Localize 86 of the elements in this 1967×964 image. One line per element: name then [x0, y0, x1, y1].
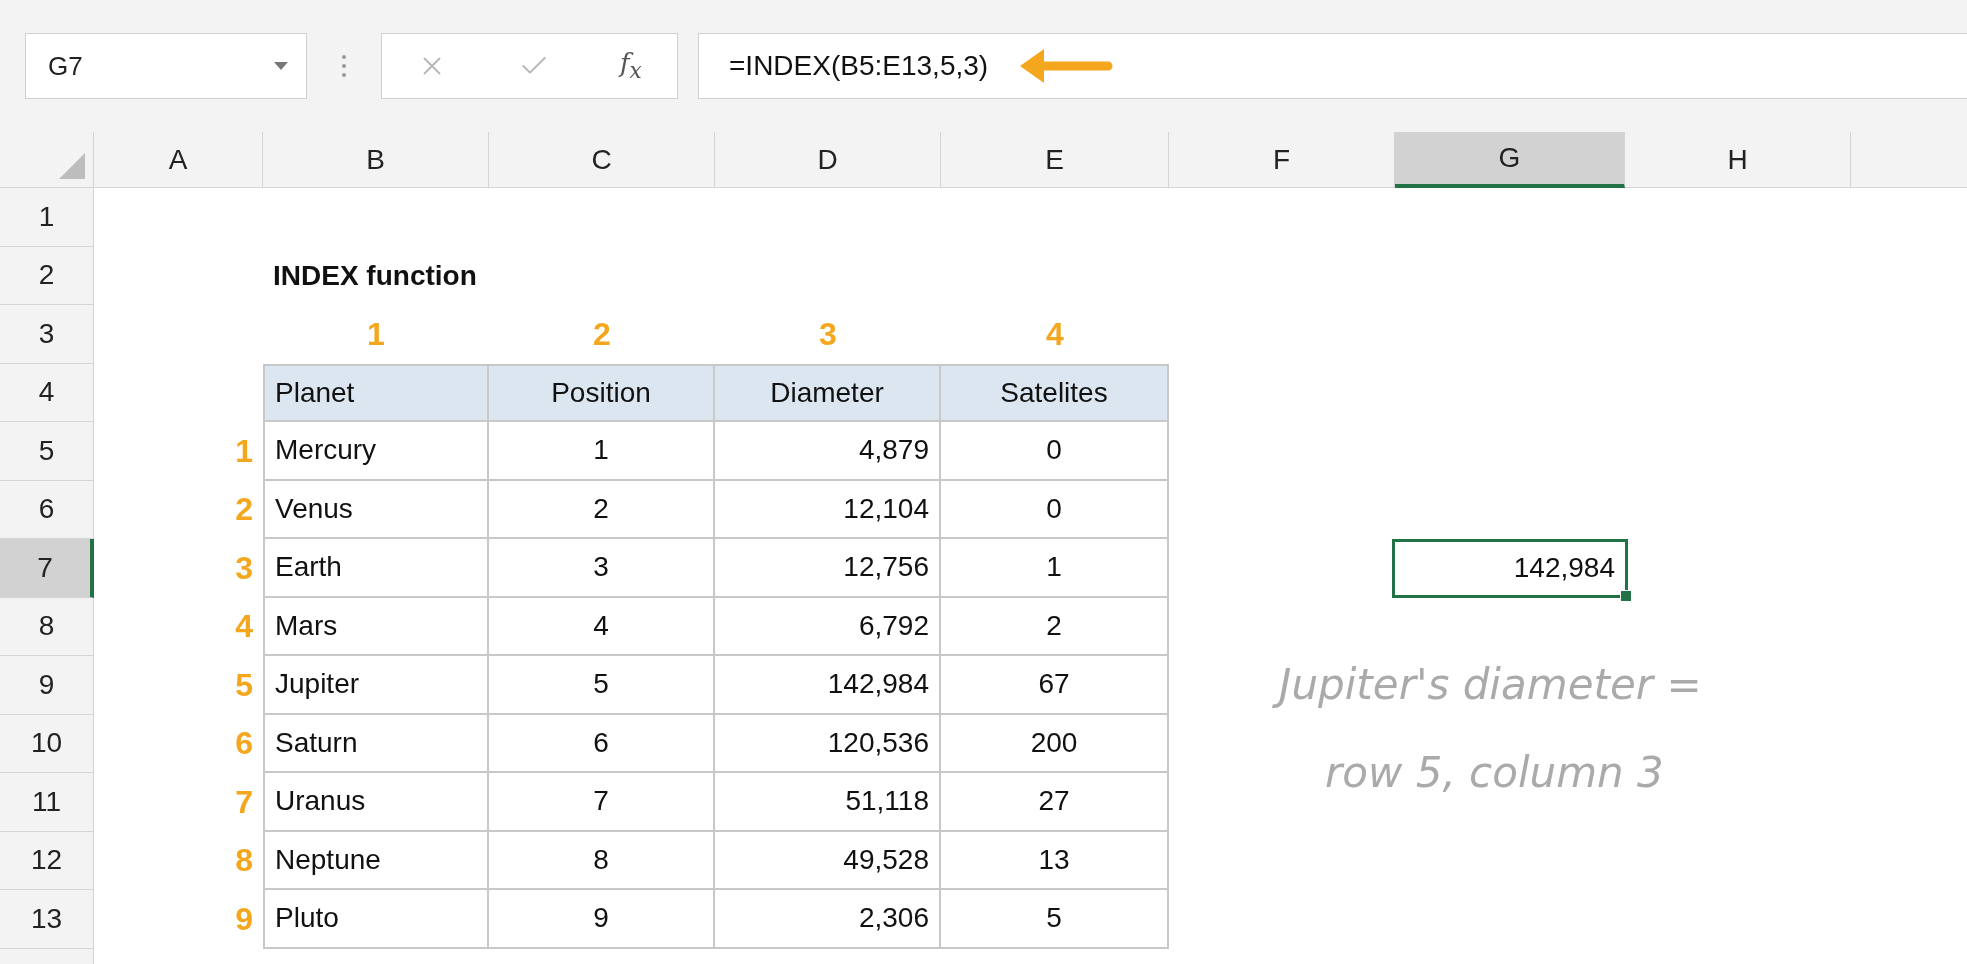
table-cell: 6: [489, 714, 715, 773]
row-header[interactable]: 3: [0, 305, 94, 364]
table-header-cell: Diameter: [715, 363, 941, 422]
row-header[interactable]: 7: [0, 539, 94, 598]
table-cell: 142,984: [715, 656, 941, 715]
table-cell: 49,528: [715, 831, 941, 890]
row-number: 3: [234, 548, 254, 588]
grip-icon: [341, 54, 347, 78]
table-header-cell: Position: [489, 363, 715, 422]
insert-function-button[interactable]: f$_{x}$: [615, 44, 646, 88]
table-cell: 12,104: [715, 480, 941, 539]
row-number: 4: [234, 607, 254, 647]
table-cell: 1: [941, 539, 1169, 598]
table-cell: 9: [489, 890, 715, 949]
table-cell: 12,756: [715, 539, 941, 598]
table-cell: 3: [489, 539, 715, 598]
row-number: 1: [234, 431, 254, 471]
column-header[interactable]: A: [94, 132, 263, 188]
row-header[interactable]: 11: [0, 773, 94, 832]
table-cell: Jupiter: [263, 656, 489, 715]
table-cell: 8: [489, 831, 715, 890]
name-box[interactable]: G7: [25, 33, 307, 99]
row-header[interactable]: 10: [0, 714, 94, 773]
row-number: 6: [234, 724, 254, 764]
handwritten-note: Jupiter's diameter =: [1269, 653, 1712, 717]
row-header[interactable]: 9: [0, 656, 94, 715]
select-all-corner[interactable]: [0, 132, 94, 188]
row-number: 8: [234, 841, 254, 881]
row-header[interactable]: 1: [0, 188, 94, 247]
fill-handle[interactable]: [1620, 589, 1632, 602]
table-cell: Mercury: [263, 422, 489, 481]
table-cell: 5: [489, 656, 715, 715]
row-header[interactable]: 6: [0, 480, 94, 539]
column-header[interactable]: C: [489, 132, 715, 188]
table-cell: Mars: [263, 597, 489, 656]
column-number: 4: [1045, 314, 1065, 354]
table-cell: 1: [489, 422, 715, 481]
row-number: 2: [234, 490, 254, 530]
sheet-title: INDEX function: [272, 258, 478, 293]
table-cell: 4: [489, 597, 715, 656]
table-cell: 0: [941, 480, 1169, 539]
table-cell: 6,792: [715, 597, 941, 656]
column-number: 3: [818, 314, 838, 354]
table-cell: Neptune: [263, 831, 489, 890]
table-cell: 0: [941, 422, 1169, 481]
table-cell: 13: [941, 831, 1169, 890]
row-header[interactable]: 2: [0, 246, 94, 305]
row-header[interactable]: 12: [0, 831, 94, 890]
table-cell: 5: [941, 890, 1169, 949]
corner-triangle-icon: [59, 153, 85, 179]
table-cell: 7: [489, 773, 715, 832]
row-header[interactable]: 13: [0, 890, 94, 949]
row-number: 5: [234, 665, 254, 705]
column-header[interactable]: B: [263, 132, 489, 188]
table-cell: 51,118: [715, 773, 941, 832]
row-number: 9: [234, 899, 254, 939]
table-header-cell: Planet: [263, 363, 489, 422]
dropdown-caret-icon: [274, 62, 288, 70]
table-cell: 67: [941, 656, 1169, 715]
table-cell: Earth: [263, 539, 489, 598]
table-cell: 27: [941, 773, 1169, 832]
row-header[interactable]: 5: [0, 422, 94, 481]
formula-field[interactable]: =INDEX(B5:E13,5,3): [698, 33, 1967, 99]
table-cell: Saturn: [263, 714, 489, 773]
column-header[interactable]: E: [941, 132, 1169, 188]
table-cell: Venus: [263, 480, 489, 539]
table-cell: 2,306: [715, 890, 941, 949]
row-header[interactable]: 4: [0, 363, 94, 422]
table-cell: 2: [489, 480, 715, 539]
row-header[interactable]: 8: [0, 597, 94, 656]
arrow-icon: [1018, 46, 1115, 86]
table-cell: Pluto: [263, 890, 489, 949]
column-number: 2: [592, 314, 612, 354]
table-cell: 200: [941, 714, 1169, 773]
table-cell: 4,879: [715, 422, 941, 481]
table-cell: 2: [941, 597, 1169, 656]
column-header[interactable]: G: [1395, 132, 1625, 188]
row-number: 7: [234, 782, 254, 822]
column-header[interactable]: D: [715, 132, 941, 188]
handwritten-note: row 5, column 3: [1324, 746, 1665, 799]
table-cell: 120,536: [715, 714, 941, 773]
column-number: 1: [366, 314, 386, 354]
table-header-cell: Satelites: [941, 363, 1169, 422]
column-header[interactable]: H: [1625, 132, 1851, 188]
table-cell: Uranus: [263, 773, 489, 832]
column-header[interactable]: F: [1169, 132, 1395, 188]
